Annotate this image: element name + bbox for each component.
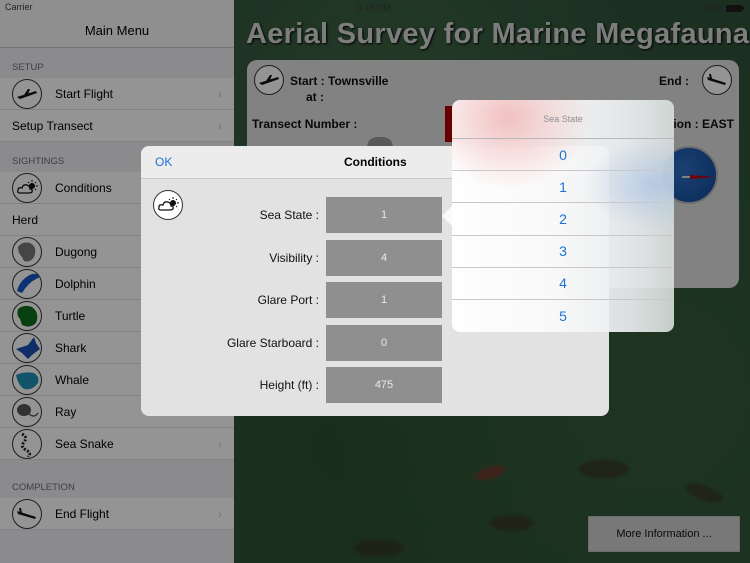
ok-button[interactable]: OK	[155, 155, 172, 169]
picker-title: Sea State	[452, 100, 674, 139]
battery-status: 100%	[699, 3, 744, 13]
sea-state-picker: Sea State 0 1 2 3 4 5	[452, 100, 674, 332]
popover-arrow	[442, 206, 452, 226]
picker-option[interactable]: 3	[452, 236, 674, 268]
picker-option[interactable]: 0	[452, 139, 674, 172]
carrier-label: Carrier	[5, 2, 33, 12]
glare-port-field[interactable]: 1	[326, 282, 442, 318]
picker-option[interactable]: 1	[452, 171, 674, 204]
visibility-field[interactable]: 4	[326, 240, 442, 276]
status-time: 3:48 PM	[357, 3, 391, 13]
glare-starboard-label: Glare Starboard :	[226, 336, 319, 350]
height-label: Height (ft) :	[259, 378, 319, 392]
battery-icon	[726, 4, 744, 12]
conditions-title: Conditions	[344, 155, 407, 169]
picker-option[interactable]: 4	[452, 268, 674, 300]
battery-percent: 100%	[699, 3, 723, 13]
glare-starboard-field[interactable]: 0	[326, 325, 442, 361]
picker-option[interactable]: 2	[452, 203, 674, 236]
height-field[interactable]: 475	[326, 367, 442, 403]
visibility-label: Visibility :	[269, 251, 319, 265]
picker-option[interactable]: 5	[452, 300, 674, 332]
sea-state-field[interactable]: 1	[326, 197, 442, 233]
glare-port-label: Glare Port :	[257, 293, 319, 307]
sea-state-label: Sea State :	[259, 208, 319, 222]
